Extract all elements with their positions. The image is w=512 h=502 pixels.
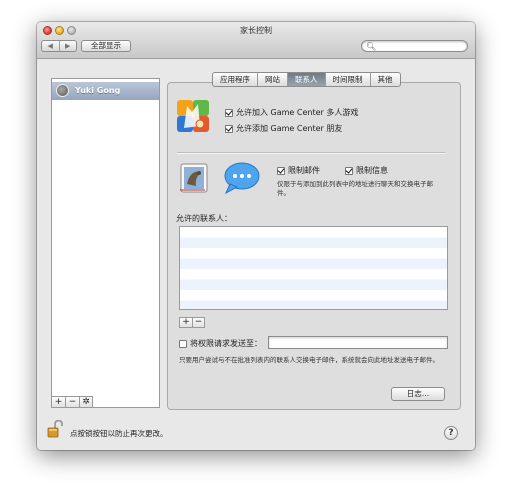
tab-other[interactable]: 其他 <box>371 73 400 86</box>
contacts-controls: + − <box>179 317 205 328</box>
limit-mail-label: 限制邮件 <box>288 166 320 175</box>
tab-bar: 应用程序 网站 联系人 时间限制 其他 <box>212 72 401 87</box>
avatar <box>56 84 69 97</box>
limit-messages-label: 限制信息 <box>356 166 388 175</box>
tab-web[interactable]: 网站 <box>258 73 288 86</box>
lock-message: 点按锁按钮以防止再次更改。 <box>70 429 168 438</box>
user-row[interactable]: Yuki Gong <box>52 82 159 100</box>
divider <box>177 152 445 154</box>
logs-button[interactable]: 日志… <box>391 387 445 401</box>
window-title: 家长控制 <box>240 26 272 35</box>
limit-mail-checkbox[interactable]: 限制邮件 <box>277 165 320 176</box>
lock-icon[interactable] <box>47 420 63 438</box>
checkbox-box[interactable] <box>225 108 233 117</box>
mail-icon <box>180 163 208 193</box>
tab-apps[interactable]: 应用程序 <box>213 73 258 86</box>
game-center-icon <box>177 100 209 132</box>
permission-explanation: 只要用户尝试与不在批准列表内的联系人交换电子邮件，系统就会向此地址发送电子邮件。 <box>179 356 439 364</box>
search-icon: 🔍︎ <box>366 42 377 51</box>
checkbox-box[interactable] <box>179 339 187 348</box>
tab-people[interactable]: 联系人 <box>288 73 326 86</box>
checkbox-box[interactable] <box>225 124 233 133</box>
allow-friends-checkbox[interactable]: 允许添加 Game Center 朋友 <box>225 123 342 134</box>
remove-contact-button[interactable]: − <box>192 317 205 328</box>
user-list: Yuki Gong <box>51 78 160 408</box>
add-user-button[interactable]: + <box>51 396 65 408</box>
send-request-field[interactable] <box>268 336 448 349</box>
limit-note: 仅限于与添加到此列表中的地址进行聊天和交换电子邮件。 <box>277 180 433 197</box>
remove-user-button[interactable]: − <box>65 396 79 408</box>
allowed-contacts-list[interactable] <box>179 226 448 310</box>
user-list-controls: + − ✲ <box>51 396 93 408</box>
show-all-button[interactable]: 全部显示 <box>81 40 131 52</box>
send-request-checkbox[interactable]: 将权限请求发送至： <box>179 338 262 349</box>
send-request-label: 将权限请求发送至： <box>190 339 262 348</box>
checkbox-box[interactable] <box>277 166 285 175</box>
user-name: Yuki Gong <box>75 86 121 95</box>
help-button[interactable]: ? <box>444 426 458 440</box>
allow-multiplayer-label: 允许加入 Game Center 多人游戏 <box>236 108 359 117</box>
allow-multiplayer-checkbox[interactable]: 允许加入 Game Center 多人游戏 <box>225 107 358 118</box>
limit-messages-checkbox[interactable]: 限制信息 <box>345 165 388 176</box>
toolbar: 家长控制 ◀ ▶ 全部显示 🔍︎ <box>37 22 475 59</box>
add-contact-button[interactable]: + <box>179 317 192 328</box>
messages-icon <box>224 162 260 195</box>
allowed-contacts-label: 允许的联系人： <box>176 214 232 223</box>
checkbox-box[interactable] <box>345 166 353 175</box>
allow-friends-label: 允许添加 Game Center 朋友 <box>236 124 343 133</box>
parental-controls-window: 家长控制 ◀ ▶ 全部显示 🔍︎ Yuki Gong + − ✲ 应用程序 网站… <box>37 22 475 450</box>
back-forward-control: ◀ ▶ <box>41 40 77 52</box>
back-icon[interactable]: ◀ <box>42 41 60 51</box>
gear-icon[interactable]: ✲ <box>79 396 93 408</box>
forward-icon[interactable]: ▶ <box>60 41 77 51</box>
search-input[interactable]: 🔍︎ <box>361 40 468 52</box>
tab-time-limits[interactable]: 时间限制 <box>326 73 371 86</box>
